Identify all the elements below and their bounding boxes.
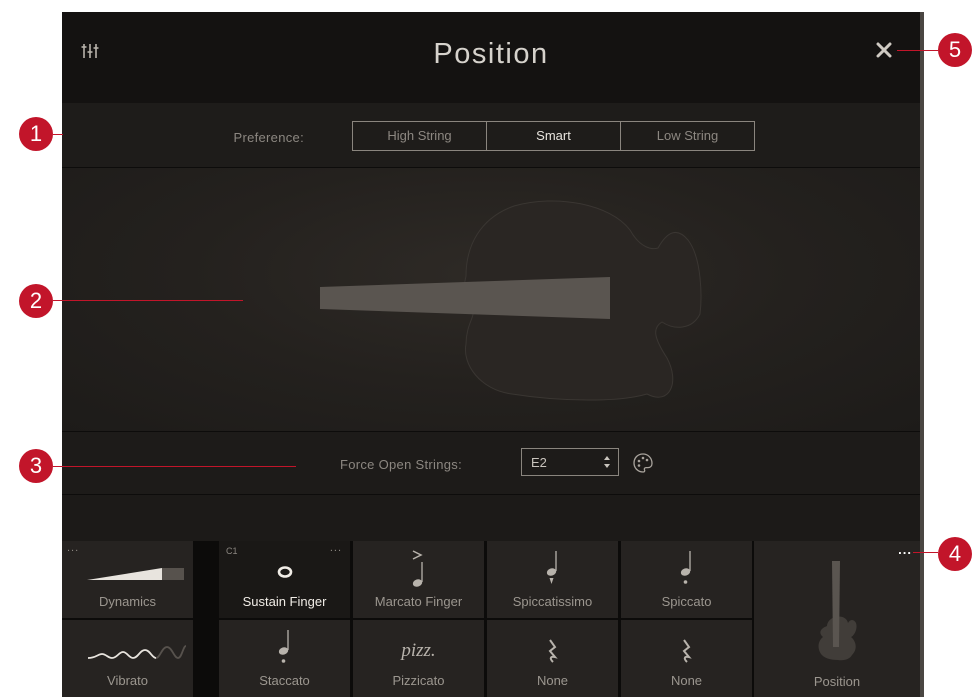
callout-line	[53, 466, 296, 467]
header-bar: Position	[62, 12, 920, 103]
callout-5: 5	[938, 33, 972, 67]
articulation-label: Dynamics	[98, 594, 157, 609]
open-strings-dropdown[interactable]: E2	[521, 448, 619, 476]
spacer-strip	[62, 495, 920, 541]
window-edge	[920, 12, 924, 697]
articulation-pizzicato[interactable]: pizz. Pizzicato	[353, 620, 484, 697]
articulation-staccato[interactable]: Staccato	[219, 620, 350, 697]
callout-3: 3	[19, 449, 53, 483]
spiccatissimo-note-icon	[546, 551, 557, 584]
articulation-label: Spiccato	[661, 594, 712, 609]
staccato-note-icon	[278, 630, 289, 663]
articulation-none[interactable]: None	[487, 620, 618, 697]
callout-line	[913, 552, 938, 553]
callout-line	[53, 300, 243, 301]
articulation-vibrato[interactable]: Vibrato	[62, 620, 193, 697]
articulation-spiccato[interactable]: Spiccato	[621, 541, 752, 618]
articulation-grid: ... Dynamics C1 ... Sustain Finger Marca…	[62, 541, 920, 697]
articulation-label: Sustain Finger	[242, 594, 327, 609]
articulation-spiccatissimo[interactable]: Spiccatissimo	[487, 541, 618, 618]
dynamics-ramp-icon	[87, 568, 184, 580]
articulation-label: Marcato Finger	[374, 594, 463, 609]
callout-1: 1	[19, 117, 53, 151]
open-strings-row: Force Open Strings: E2	[62, 432, 920, 494]
close-icon[interactable]	[874, 40, 894, 60]
articulation-label: None	[670, 673, 703, 688]
articulation-label: Spiccatissimo	[512, 594, 593, 609]
preference-option-high-string[interactable]: High String	[353, 122, 486, 150]
articulation-label: Vibrato	[107, 673, 148, 688]
position-tile-label: Position	[813, 674, 861, 689]
preference-row: Preference: High String Smart Low String	[62, 103, 920, 167]
callout-line	[53, 134, 63, 135]
articulation-label: Pizzicato	[392, 673, 445, 688]
preference-option-low-string[interactable]: Low String	[620, 122, 754, 150]
preference-option-smart[interactable]: Smart	[486, 122, 620, 150]
position-panel: Position Preference: High String Smart L…	[62, 12, 920, 697]
preference-selector: High String Smart Low String	[352, 121, 755, 151]
open-strings-value: E2	[531, 455, 547, 470]
pizz-symbol: pizz.	[401, 640, 436, 661]
articulation-label: Staccato	[259, 673, 310, 688]
marcato-note-icon	[412, 550, 423, 587]
callout-4: 4	[938, 537, 972, 571]
spiccato-note-icon	[680, 551, 691, 584]
articulation-none[interactable]: None	[621, 620, 752, 697]
open-strings-label: Force Open Strings:	[339, 457, 462, 472]
panel-title: Position	[433, 38, 549, 70]
callout-line	[897, 50, 938, 51]
vibrato-wave-icon	[87, 645, 187, 659]
callout-2: 2	[19, 284, 53, 318]
articulation-sustain-finger[interactable]: C1 ... Sustain Finger	[219, 541, 350, 618]
articulation-label: None	[536, 673, 569, 688]
rest-icon	[682, 639, 692, 663]
whole-note-icon	[277, 566, 293, 578]
rest-icon	[548, 639, 558, 663]
position-tile[interactable]: ... Position	[754, 541, 920, 697]
palette-icon[interactable]	[632, 452, 654, 474]
stepper-arrows-icon	[604, 456, 610, 468]
articulation-dynamics[interactable]: ... Dynamics	[62, 541, 193, 618]
preference-label: Preference:	[233, 130, 304, 145]
articulation-marcato-finger[interactable]: Marcato Finger	[353, 541, 484, 618]
